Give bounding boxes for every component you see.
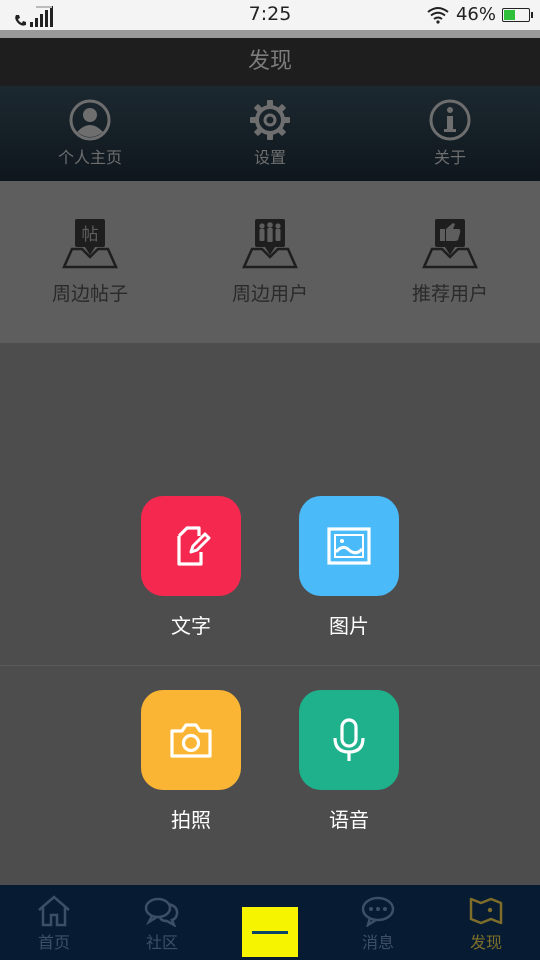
quick-menu-label: 个人主页	[57, 148, 122, 167]
chat-bubbles-icon	[144, 897, 179, 927]
discover-map-icon	[469, 897, 503, 925]
status-bar: 7:25 46%	[0, 0, 540, 30]
nav-discover[interactable]: 发现	[432, 885, 540, 960]
post-tile-camera[interactable]	[141, 690, 241, 790]
feature-label: 周边帖子	[51, 283, 128, 305]
post-option-image[interactable]: 图片	[299, 496, 399, 639]
info-icon	[429, 99, 471, 141]
nav-label: 消息	[361, 933, 394, 952]
feature-row: 帖 周边帖子 周边用户 推荐用户	[0, 181, 540, 344]
feature-recommended-users[interactable]: 推荐用户	[360, 181, 540, 343]
post-option-label: 拍照	[171, 808, 211, 832]
close-post-menu-button[interactable]	[242, 907, 298, 957]
feature-nearby-users[interactable]: 周边用户	[180, 181, 360, 343]
post-option-camera[interactable]: 拍照	[141, 690, 241, 833]
nav-label: 发现	[469, 933, 502, 952]
nav-label: 社区	[145, 933, 178, 952]
battery-percent: 46%	[455, 4, 496, 25]
battery-level	[504, 9, 515, 20]
user-circle-icon	[69, 99, 111, 141]
page-title: 发现	[0, 38, 540, 86]
nav-home[interactable]: 首页	[0, 885, 108, 960]
post-options-overlay[interactable]: 文字 图片 拍照 语音	[0, 343, 540, 885]
post-tile-voice[interactable]	[299, 690, 399, 790]
nav-community[interactable]: 社区	[108, 885, 216, 960]
quick-menu-label: 设置	[253, 148, 286, 167]
image-icon	[327, 527, 371, 565]
close-bar-icon	[252, 930, 288, 934]
gear-icon	[250, 100, 290, 140]
status-right: 46%	[426, 4, 533, 25]
post-tile-image[interactable]	[299, 496, 399, 596]
feature-label: 推荐用户	[411, 283, 488, 305]
quick-menu-about[interactable]: 关于	[360, 86, 540, 181]
nearby-posts-glyph: 帖	[82, 225, 99, 245]
recommended-users-icon	[422, 219, 478, 269]
post-option-label: 图片	[329, 614, 369, 638]
home-icon	[38, 895, 70, 927]
battery-icon	[502, 7, 533, 22]
camera-icon	[170, 723, 212, 758]
quick-menu-profile[interactable]: 个人主页	[0, 86, 180, 181]
feature-label: 周边用户	[231, 283, 308, 305]
quick-menu-settings[interactable]: 设置	[180, 86, 360, 181]
wifi-icon	[427, 6, 449, 24]
nearby-posts-icon: 帖	[62, 219, 118, 269]
overlay-divider	[0, 665, 540, 666]
quick-menu-label: 关于	[433, 148, 466, 167]
post-option-label: 文字	[171, 614, 211, 638]
post-option-text[interactable]: 文字	[141, 496, 241, 639]
post-option-label: 语音	[329, 808, 369, 832]
post-option-voice[interactable]: 语音	[299, 690, 399, 833]
quick-menu: 个人主页 设置 关于	[0, 86, 540, 181]
nearby-users-icon	[242, 219, 298, 269]
microphone-icon	[333, 718, 365, 761]
bottom-nav: 首页 社区 消息 发现	[0, 885, 540, 960]
nav-center-close[interactable]	[216, 885, 324, 960]
nav-label: 首页	[37, 933, 70, 952]
nav-messages[interactable]: 消息	[324, 885, 432, 960]
post-tile-text[interactable]	[141, 496, 241, 596]
app-root: 7:25 46% 发现 个人主页 设置 关于 帖 周边帖子 周边用户 推荐用户 …	[0, 0, 540, 960]
edit-text-icon	[177, 526, 211, 566]
message-icon	[361, 896, 395, 927]
feature-nearby-posts[interactable]: 帖 周边帖子	[0, 181, 180, 343]
status-divider	[0, 30, 540, 38]
